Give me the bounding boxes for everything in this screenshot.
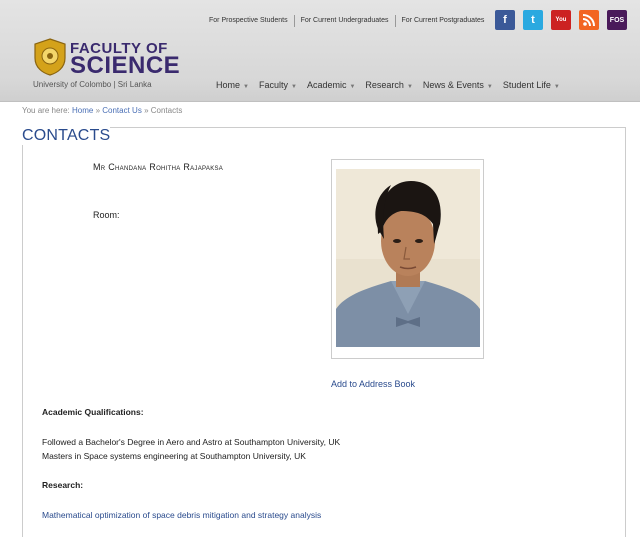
chevron-down-icon: ▼ xyxy=(243,84,249,90)
current-postgraduates-link[interactable]: For Current Postgraduates xyxy=(396,15,491,27)
chevron-down-icon: ▼ xyxy=(553,84,560,90)
nav-faculty[interactable]: Faculty ▼ xyxy=(259,80,297,90)
chevron-down-icon: ▼ xyxy=(406,84,413,90)
breadcrumb-contact-us[interactable]: Contact Us xyxy=(102,106,142,115)
chevron-down-icon: ▼ xyxy=(486,84,493,90)
nav-student-life[interactable]: Student Life ▼ xyxy=(503,80,560,90)
twitter-icon[interactable]: t xyxy=(523,10,543,30)
research-topic-link[interactable]: Mathematical optimization of space debri… xyxy=(42,510,321,520)
nav-academic[interactable]: Academic ▼ xyxy=(307,80,355,90)
qualification-line: Masters in Space systems engineering at … xyxy=(42,451,306,461)
nav-home[interactable]: Home ▼ xyxy=(216,80,249,90)
content-panel xyxy=(22,127,626,537)
portrait-image xyxy=(336,169,480,347)
room-label: Room: xyxy=(93,210,120,220)
logo-subtitle: University of Colombo | Sri Lanka xyxy=(33,80,152,89)
contact-photo xyxy=(331,159,484,359)
logo-title-line2: SCIENCE xyxy=(70,52,181,79)
qualifications-label: Academic Qualifications: xyxy=(42,407,144,417)
chevron-down-icon: ▼ xyxy=(290,84,297,90)
breadcrumb-separator: » xyxy=(144,106,149,115)
breadcrumb-home[interactable]: Home xyxy=(72,106,93,115)
contact-name: Mr Chandana Rohitha Rajapaksa xyxy=(93,162,224,172)
prospective-students-link[interactable]: For Prospective Students xyxy=(203,15,295,27)
nav-research[interactable]: Research ▼ xyxy=(365,80,412,90)
youtube-icon[interactable]: You xyxy=(551,10,571,30)
current-undergraduates-link[interactable]: For Current Undergraduates xyxy=(295,15,396,27)
research-label: Research: xyxy=(42,480,84,490)
social-links: f t You FOS xyxy=(495,10,627,30)
fos-icon[interactable]: FOS xyxy=(607,10,627,30)
page-title: CONTACTS xyxy=(22,127,111,145)
breadcrumb-current: Contacts xyxy=(150,106,183,115)
site-header: For Prospective Students For Current Und… xyxy=(0,0,640,102)
chevron-down-icon: ▼ xyxy=(349,84,356,90)
main-nav: Home ▼ Faculty ▼ Academic ▼ Research ▼ News … xyxy=(216,80,560,90)
breadcrumb-prefix: You are here: xyxy=(22,106,70,115)
breadcrumb-separator: » xyxy=(95,106,101,115)
qualification-line: Followed a Bachelor's Degree in Aero and… xyxy=(42,437,341,447)
audience-links: For Prospective Students For Current Und… xyxy=(203,15,490,27)
nav-news-events[interactable]: News & Events ▼ xyxy=(423,80,493,90)
facebook-icon[interactable]: f xyxy=(495,10,515,30)
rss-icon[interactable] xyxy=(579,10,599,30)
university-seal-icon xyxy=(34,38,66,76)
add-to-address-book-link[interactable]: Add to Address Book xyxy=(331,379,415,389)
breadcrumb: You are here: Home » Contact Us » Contac… xyxy=(22,106,182,115)
